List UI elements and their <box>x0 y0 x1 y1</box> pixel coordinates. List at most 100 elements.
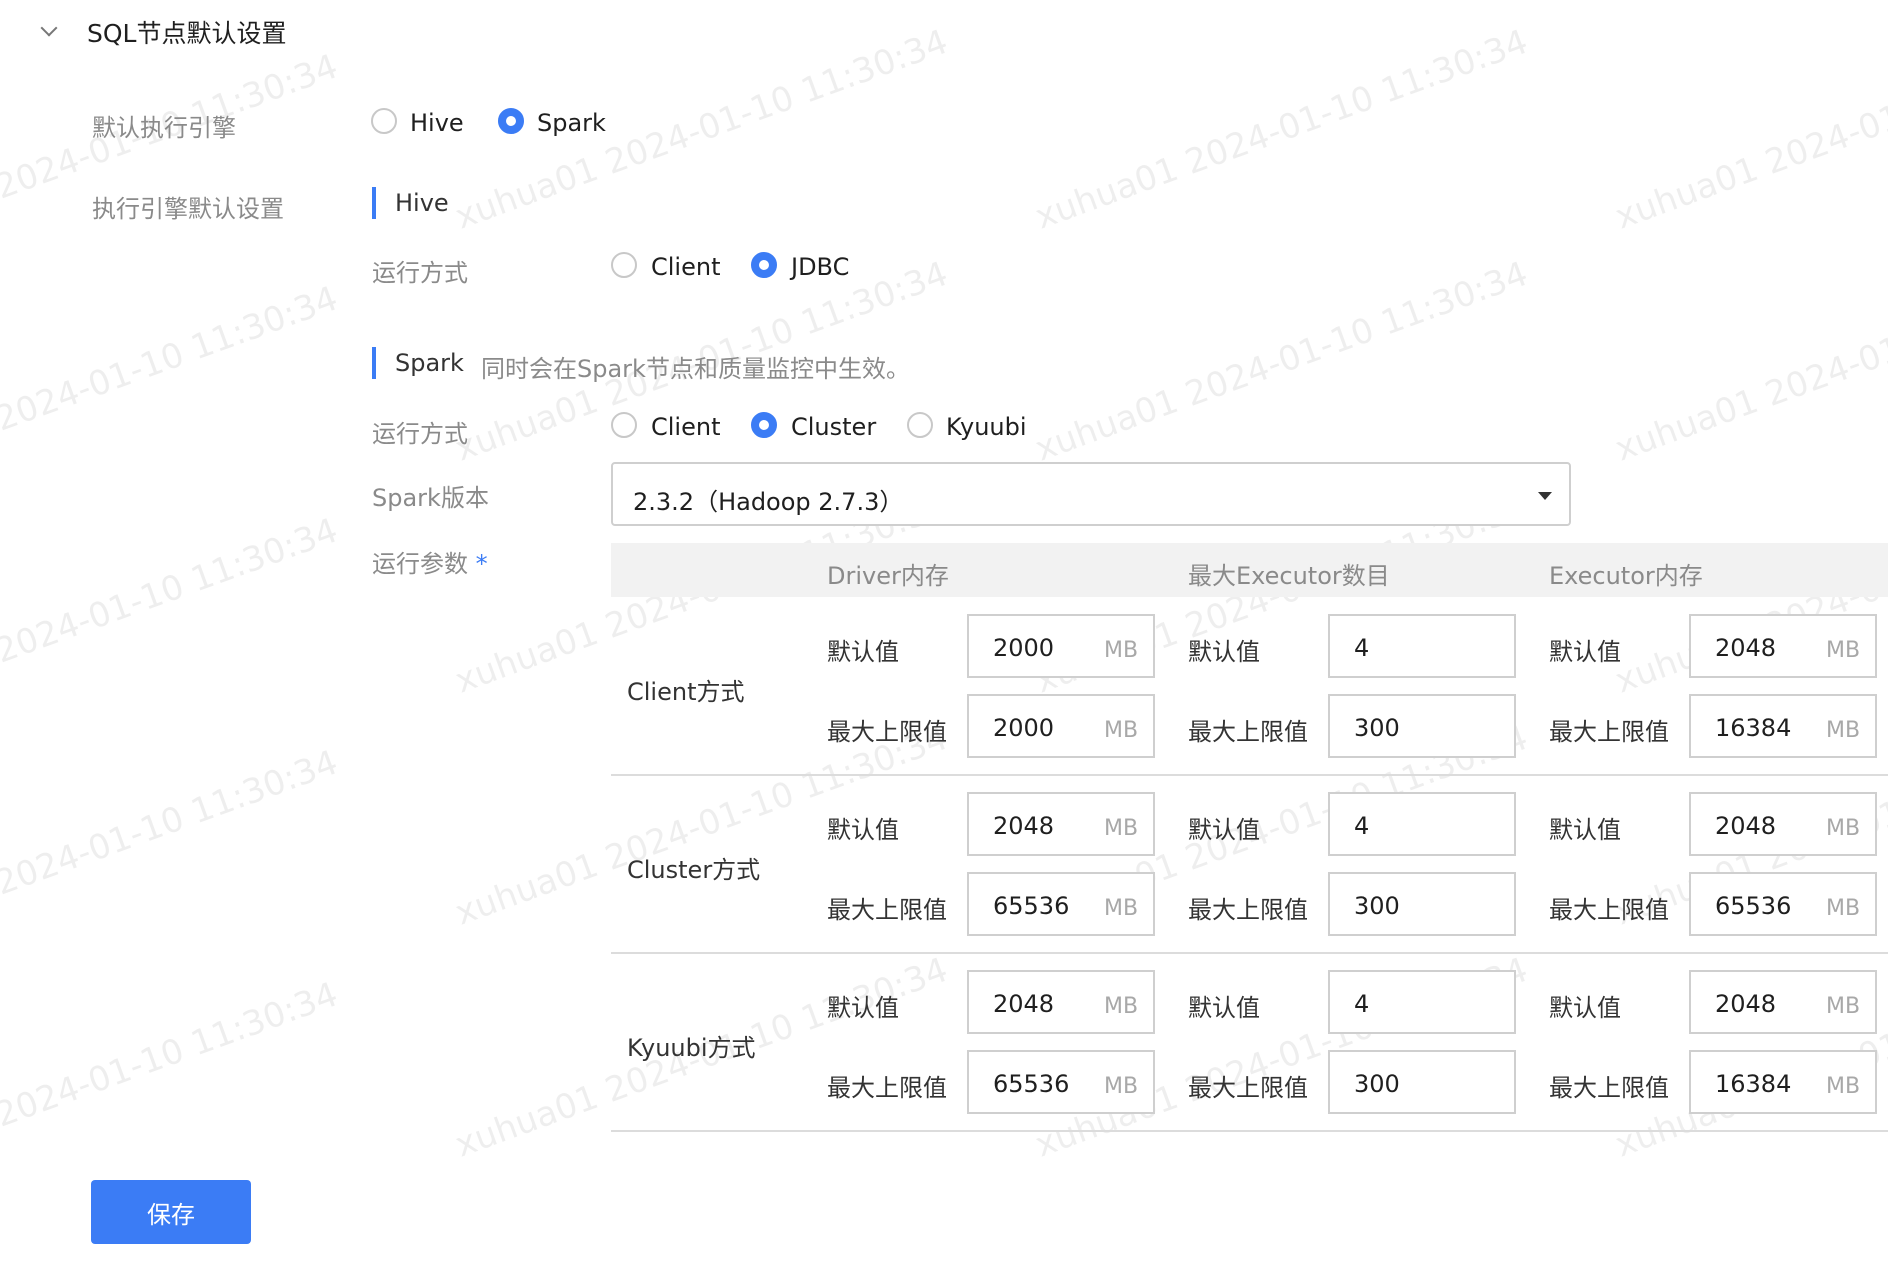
radio-spark-client[interactable] <box>611 412 637 438</box>
max-label: 最大上限值 <box>1188 896 1308 924</box>
row-divider <box>611 1130 1888 1132</box>
kyuubi-driver-default-input[interactable]: 2048 MB <box>967 970 1155 1034</box>
cluster-executors-default-input[interactable]: 4 <box>1328 792 1516 856</box>
col-max-executors: 最大Executor数目 <box>1188 562 1390 590</box>
input-value: 2048 <box>1715 634 1777 662</box>
input-value: 300 <box>1354 892 1400 920</box>
default-label: 默认值 <box>827 816 899 844</box>
max-label: 最大上限值 <box>1188 718 1308 746</box>
input-value: 300 <box>1354 714 1400 742</box>
default-label: 默认值 <box>1549 816 1621 844</box>
col-executor-memory: Executor内存 <box>1549 562 1703 590</box>
engine-label: 默认执行引擎 <box>92 114 236 142</box>
radio-spark-client-label[interactable]: Client <box>651 413 720 441</box>
max-label: 最大上限值 <box>1549 1074 1669 1102</box>
hive-run-mode-label: 运行方式 <box>372 259 468 287</box>
spark-subhead-bar <box>372 347 376 379</box>
input-value: 65536 <box>1715 892 1792 920</box>
row-label-cluster: Cluster方式 <box>627 856 761 884</box>
cluster-executor-mem-default-input[interactable]: 2048 MB <box>1689 792 1877 856</box>
input-value: 16384 <box>1715 1070 1792 1098</box>
section-title[interactable]: SQL节点默认设置 <box>87 14 286 50</box>
hive-subhead-bar <box>372 187 376 219</box>
spark-subhead: Spark <box>395 349 464 377</box>
default-label: 默认值 <box>827 638 899 666</box>
params-label: 运行参数 * <box>372 544 488 579</box>
radio-engine-hive-label[interactable]: Hive <box>410 109 464 137</box>
kyuubi-driver-max-input[interactable]: 65536 MB <box>967 1050 1155 1114</box>
unit-mb: MB <box>1104 896 1139 921</box>
default-label: 默认值 <box>1188 994 1260 1022</box>
radio-engine-spark-label[interactable]: Spark <box>537 109 606 137</box>
unit-mb: MB <box>1104 718 1139 743</box>
input-value: 2048 <box>1715 990 1777 1018</box>
input-value: 2048 <box>993 990 1055 1018</box>
unit-mb: MB <box>1826 896 1861 921</box>
client-executors-default-input[interactable]: 4 <box>1328 614 1516 678</box>
kyuubi-executor-mem-max-input[interactable]: 16384 MB <box>1689 1050 1877 1114</box>
spark-version-value: 2.3.2（Hadoop 2.7.3） <box>633 488 904 516</box>
default-label: 默认值 <box>1188 816 1260 844</box>
radio-hive-client-label[interactable]: Client <box>651 253 720 281</box>
unit-mb: MB <box>1104 1074 1139 1099</box>
unit-mb: MB <box>1104 638 1139 663</box>
client-executor-mem-max-input[interactable]: 16384 MB <box>1689 694 1877 758</box>
radio-spark-cluster-label[interactable]: Cluster <box>791 413 876 441</box>
engine-defaults-label: 执行引擎默认设置 <box>92 195 284 223</box>
row-label-client: Client方式 <box>627 678 745 706</box>
default-label: 默认值 <box>1549 638 1621 666</box>
unit-mb: MB <box>1826 1074 1861 1099</box>
radio-hive-jdbc[interactable] <box>751 252 777 278</box>
spark-version-select[interactable]: 2.3.2（Hadoop 2.7.3） <box>611 462 1571 526</box>
radio-engine-spark[interactable] <box>498 108 524 134</box>
unit-mb: MB <box>1826 994 1861 1019</box>
input-value: 4 <box>1354 812 1370 840</box>
unit-mb: MB <box>1104 994 1139 1019</box>
input-value: 65536 <box>993 1070 1070 1098</box>
max-label: 最大上限值 <box>1188 1074 1308 1102</box>
cluster-driver-max-input[interactable]: 65536 MB <box>967 872 1155 936</box>
row-divider <box>611 952 1888 954</box>
radio-hive-client[interactable] <box>611 252 637 278</box>
required-mark: * <box>475 550 488 578</box>
input-value: 300 <box>1354 1070 1400 1098</box>
client-executors-max-input[interactable]: 300 <box>1328 694 1516 758</box>
input-value: 2048 <box>993 812 1055 840</box>
cluster-executor-mem-max-input[interactable]: 65536 MB <box>1689 872 1877 936</box>
max-label: 最大上限值 <box>1549 896 1669 924</box>
client-executor-mem-default-input[interactable]: 2048 MB <box>1689 614 1877 678</box>
input-value: 65536 <box>993 892 1070 920</box>
input-value: 2048 <box>1715 812 1777 840</box>
unit-mb: MB <box>1104 816 1139 841</box>
caret-down-icon <box>1538 492 1552 500</box>
max-label: 最大上限值 <box>827 718 947 746</box>
save-button[interactable]: 保存 <box>91 1180 251 1244</box>
cluster-executors-max-input[interactable]: 300 <box>1328 872 1516 936</box>
radio-engine-hive[interactable] <box>371 108 397 134</box>
col-driver-memory: Driver内存 <box>827 562 949 590</box>
default-label: 默认值 <box>1549 994 1621 1022</box>
row-divider <box>611 774 1888 776</box>
input-value: 4 <box>1354 990 1370 1018</box>
client-driver-max-input[interactable]: 2000 MB <box>967 694 1155 758</box>
save-button-label: 保存 <box>147 1200 195 1229</box>
kyuubi-executors-max-input[interactable]: 300 <box>1328 1050 1516 1114</box>
chevron-down-icon[interactable] <box>40 19 58 37</box>
max-label: 最大上限值 <box>1549 718 1669 746</box>
client-driver-default-input[interactable]: 2000 MB <box>967 614 1155 678</box>
radio-spark-kyuubi[interactable] <box>907 412 933 438</box>
input-value: 4 <box>1354 634 1370 662</box>
cluster-driver-default-input[interactable]: 2048 MB <box>967 792 1155 856</box>
settings-panel: SQL节点默认设置 默认执行引擎 Hive Spark 执行引擎默认设置 Hiv… <box>0 0 1888 1268</box>
radio-spark-cluster[interactable] <box>751 412 777 438</box>
hive-subhead: Hive <box>395 189 449 217</box>
radio-hive-jdbc-label[interactable]: JDBC <box>791 253 849 281</box>
input-value: 16384 <box>1715 714 1792 742</box>
kyuubi-executor-mem-default-input[interactable]: 2048 MB <box>1689 970 1877 1034</box>
kyuubi-executors-default-input[interactable]: 4 <box>1328 970 1516 1034</box>
unit-mb: MB <box>1826 638 1861 663</box>
default-label: 默认值 <box>827 994 899 1022</box>
radio-spark-kyuubi-label[interactable]: Kyuubi <box>946 413 1027 441</box>
spark-run-mode-label: 运行方式 <box>372 420 468 448</box>
spark-version-label: Spark版本 <box>372 484 489 512</box>
